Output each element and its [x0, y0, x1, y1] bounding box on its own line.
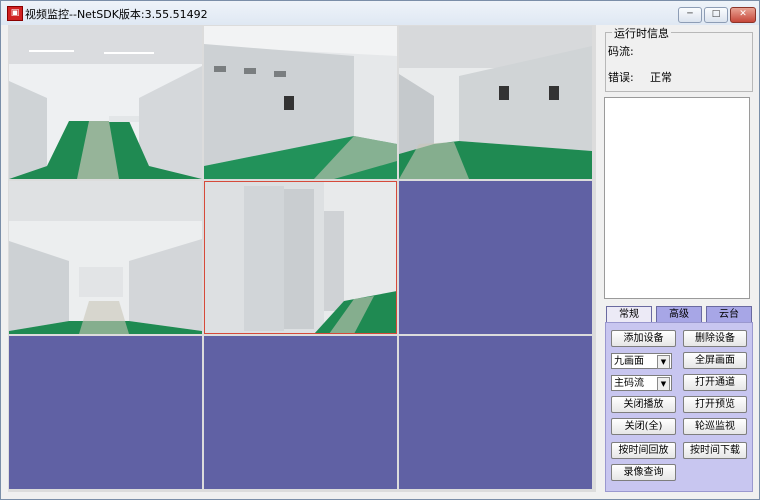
video-cell-2[interactable]: [204, 26, 397, 179]
video-cell-1[interactable]: [9, 26, 202, 179]
bitrate-label: 码流:: [608, 45, 634, 58]
download-by-time-button[interactable]: 按时间下载: [683, 442, 747, 459]
close-button[interactable]: ✕: [730, 7, 756, 23]
video-cell-8[interactable]: [204, 336, 397, 489]
playback-by-time-button[interactable]: 按时间回放: [611, 442, 676, 459]
record-query-button[interactable]: 录像查询: [611, 464, 676, 481]
delete-device-button[interactable]: 删除设备: [683, 330, 747, 347]
runtime-info-group: 运行时信息 码流: 错误: 正常: [605, 25, 753, 92]
camera-frame-4: [9, 181, 202, 334]
video-cell-6[interactable]: [399, 181, 592, 334]
video-grid: [8, 25, 596, 492]
title-bar[interactable]: ▣ 视频监控--NetSDK版本:3.55.51492 ─ □ ✕: [1, 1, 759, 25]
chevron-down-icon: ▼: [657, 377, 670, 391]
layout-select[interactable]: 九画面 ▼: [611, 353, 672, 369]
tab-general[interactable]: 常规: [606, 306, 652, 323]
open-channel-button[interactable]: 打开通道: [683, 374, 747, 391]
main-window: ▣ 视频监控--NetSDK版本:3.55.51492 ─ □ ✕ 运行时信息 …: [0, 0, 760, 500]
open-preview-button[interactable]: 打开预览: [683, 396, 747, 413]
video-cell-4[interactable]: [9, 181, 202, 334]
add-device-button[interactable]: 添加设备: [611, 330, 676, 347]
camera-frame-3: [399, 26, 592, 179]
video-cell-5[interactable]: [204, 181, 397, 334]
tab-panel-general: 添加设备 删除设备 九画面 ▼ 全屏画面 主码流 ▼ 打开通道 关闭播放 打开预…: [605, 322, 753, 492]
video-cell-7[interactable]: [9, 336, 202, 489]
maximize-button[interactable]: □: [704, 7, 728, 23]
close-playback-button[interactable]: 关闭播放: [611, 396, 676, 413]
chevron-down-icon: ▼: [657, 355, 670, 369]
error-label: 错误:: [608, 71, 634, 84]
stream-select-value: 主码流: [614, 378, 644, 389]
camera-frame-2: [204, 26, 397, 179]
camera-frame-1: [9, 26, 202, 179]
app-icon: ▣: [7, 6, 23, 21]
camera-frame-5: [204, 181, 397, 334]
video-cell-3[interactable]: [399, 26, 592, 179]
stream-select[interactable]: 主码流 ▼: [611, 375, 672, 391]
close-all-button[interactable]: 关闭(全): [611, 418, 676, 435]
error-value: 正常: [650, 71, 672, 84]
minimize-button[interactable]: ─: [678, 7, 702, 23]
window-title: 视频监控--NetSDK版本:3.55.51492: [25, 8, 208, 21]
layout-select-value: 九画面: [614, 356, 644, 367]
runtime-info-title: 运行时信息: [612, 25, 671, 41]
video-cell-9[interactable]: [399, 336, 592, 489]
control-panel: 运行时信息 码流: 错误: 正常 常规 高级 云台 添加设备 删除设备 九画面 …: [600, 25, 753, 495]
fullscreen-button[interactable]: 全屏画面: [683, 352, 747, 369]
tab-ptz[interactable]: 云台: [706, 306, 752, 323]
tab-advanced[interactable]: 高级: [656, 306, 702, 323]
patrol-monitor-button[interactable]: 轮巡监视: [683, 418, 747, 435]
log-textbox[interactable]: [604, 97, 750, 299]
